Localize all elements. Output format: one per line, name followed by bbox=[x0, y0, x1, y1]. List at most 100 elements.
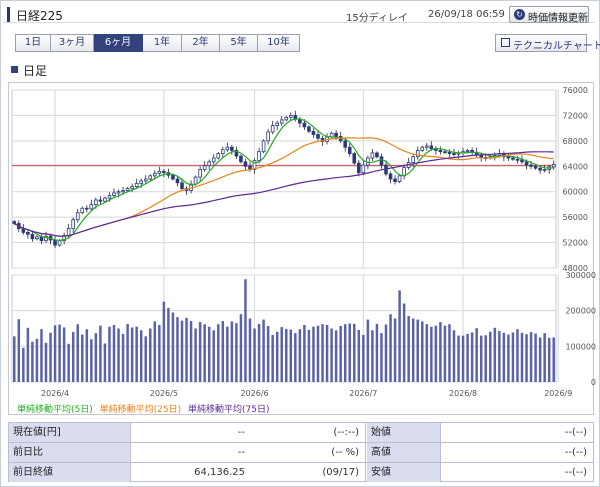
x-tick-label: 2026/6 bbox=[240, 389, 268, 398]
volume-bar bbox=[253, 328, 256, 382]
candle-body bbox=[35, 236, 39, 240]
volume-bar bbox=[434, 325, 438, 382]
candle-body bbox=[211, 157, 216, 163]
candle-body bbox=[347, 146, 352, 154]
candle-body bbox=[343, 140, 348, 148]
volume-bar bbox=[439, 322, 442, 382]
volume-bar bbox=[298, 329, 302, 382]
volume-bar bbox=[226, 326, 229, 382]
candle-body bbox=[524, 161, 529, 166]
volume-bar bbox=[307, 329, 311, 382]
volume-bar bbox=[153, 321, 157, 382]
volume-bar bbox=[425, 324, 429, 382]
volume-bar bbox=[262, 319, 265, 382]
table-row: 現在値[円] -- (--:--) 始値 --(--) bbox=[9, 423, 593, 443]
candle-body bbox=[148, 175, 153, 180]
candle-body bbox=[171, 174, 175, 180]
volume-bar bbox=[108, 326, 111, 382]
volume-bar bbox=[448, 324, 451, 382]
volume-bar bbox=[325, 324, 329, 382]
candle-body bbox=[424, 145, 429, 148]
volume-tick-label: 300000 bbox=[565, 271, 596, 280]
volume-bar bbox=[534, 333, 537, 382]
volume-bar bbox=[461, 335, 465, 382]
volume-bar bbox=[466, 333, 469, 382]
volume-bar bbox=[493, 327, 497, 382]
volume-bar bbox=[516, 329, 519, 382]
volume-bar bbox=[144, 336, 147, 382]
candle-body bbox=[75, 212, 80, 221]
volume-bar bbox=[353, 323, 356, 382]
open-label: 始値 bbox=[367, 423, 441, 442]
volume-bar bbox=[158, 324, 161, 382]
candle-body bbox=[266, 131, 270, 142]
candle-body bbox=[447, 151, 452, 154]
legend-sma75: 単純移動平均(75日) bbox=[187, 405, 270, 415]
volume-pane bbox=[11, 274, 557, 383]
volume-bar bbox=[266, 326, 270, 382]
volume-bar bbox=[212, 330, 215, 382]
legend-sma5: 単純移動平均(5日) bbox=[17, 405, 93, 415]
legend-sma25: 単純移動平均(25日) bbox=[99, 405, 182, 415]
high-value: --(--) bbox=[564, 447, 587, 458]
x-tick-label: 2026/8 bbox=[449, 389, 477, 398]
volume-bar bbox=[407, 316, 410, 382]
candle-body bbox=[98, 199, 103, 202]
price-tick-label: 64000 bbox=[563, 162, 588, 171]
volume-bar bbox=[135, 326, 138, 382]
volume-bar bbox=[321, 324, 324, 382]
volume-bar bbox=[22, 347, 25, 382]
candle-body bbox=[30, 233, 35, 240]
candle-body bbox=[103, 197, 107, 202]
candle-body bbox=[134, 183, 139, 188]
volume-bar bbox=[71, 332, 75, 382]
candle-body bbox=[411, 156, 416, 163]
table-row: 前日比 -- (-- %) 高値 --(--) bbox=[9, 443, 593, 463]
volume-bar bbox=[67, 343, 70, 382]
price-tick-label: 68000 bbox=[563, 137, 588, 146]
candle-body bbox=[356, 162, 361, 174]
x-tick-label: 2026/9 bbox=[544, 389, 572, 398]
volume-bar bbox=[185, 317, 188, 382]
candle-body bbox=[279, 119, 284, 124]
candle-body bbox=[415, 149, 420, 158]
volume-bar bbox=[393, 318, 397, 382]
candle-body bbox=[520, 159, 524, 163]
candle-body bbox=[220, 149, 225, 154]
candle-body bbox=[139, 180, 144, 184]
candle-body bbox=[452, 153, 456, 155]
candle-body bbox=[529, 164, 533, 167]
volume-bar bbox=[502, 332, 506, 382]
volume-bar bbox=[121, 333, 125, 382]
volume-bar bbox=[543, 333, 546, 382]
volume-bar bbox=[402, 303, 406, 382]
volume-bar bbox=[62, 327, 66, 382]
x-tick-label: 2026/4 bbox=[41, 389, 69, 398]
candle-body bbox=[515, 158, 520, 161]
prev-close-label: 前日終値 bbox=[9, 463, 131, 482]
volume-bar bbox=[126, 323, 129, 382]
candle-body bbox=[162, 170, 166, 174]
candle-body bbox=[465, 149, 470, 153]
volume-bar bbox=[167, 307, 170, 382]
open-value: --(--) bbox=[564, 427, 587, 438]
volume-bar bbox=[40, 329, 43, 382]
table-row: 前日終値 64,136.25 (09/17) 安値 --(--) bbox=[9, 463, 593, 483]
volume-bar bbox=[239, 314, 243, 382]
volume-bar bbox=[176, 317, 179, 382]
volume-bar bbox=[312, 326, 315, 382]
volume-bar bbox=[130, 327, 134, 382]
candle-body bbox=[302, 122, 307, 128]
price-volume-chart: 4800052000560006000064000680007200076000… bbox=[11, 86, 596, 398]
candle-body bbox=[207, 161, 212, 167]
volume-bar bbox=[421, 321, 424, 382]
candle-body bbox=[39, 236, 44, 242]
candle-body bbox=[180, 182, 184, 189]
current-price-value: -- bbox=[237, 427, 245, 438]
volume-bar bbox=[203, 324, 206, 382]
volume-tick-label: 100000 bbox=[565, 342, 596, 351]
volume-bar bbox=[139, 330, 143, 382]
volume-bar bbox=[470, 332, 474, 382]
price-tick-label: 52000 bbox=[563, 239, 588, 248]
volume-bar bbox=[348, 323, 351, 382]
